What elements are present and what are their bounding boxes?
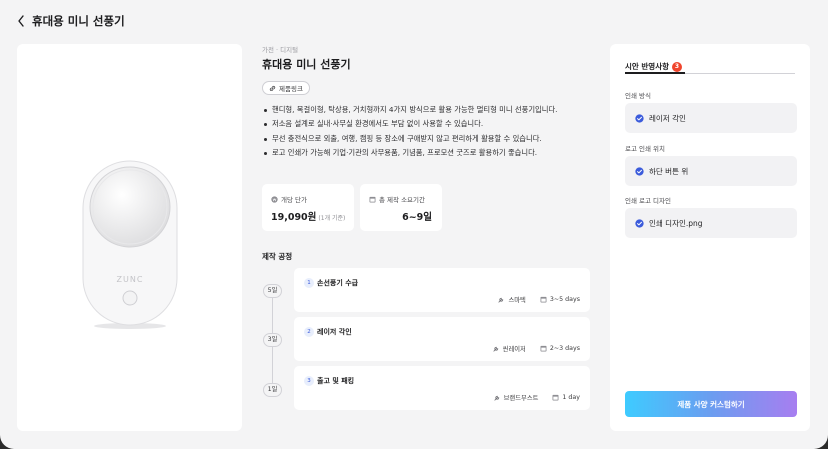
option-print-method[interactable]: 레이저 각인 [625,103,797,133]
step-number: 2 [304,327,314,337]
step-vendor: 씬레이저 [502,346,526,353]
step-day-badge: 3일 [263,333,282,347]
app-window: 휴대용 미니 선풍기 ZUNC 가전 · 디지털 휴대용 미니 선풍기 제품링크… [0,0,828,449]
link-icon [269,85,276,91]
production-period-label: 총 제작 소요기간 [379,196,425,204]
device-brand-logo: ZUNC [117,275,144,284]
step-day-badge: 5일 [263,284,282,298]
check-circle-icon [635,218,644,228]
step-name: 레이저 각인 [317,328,352,336]
product-info: 가전 · 디지털 휴대용 미니 선풍기 제품링크 핸디형, 목걸이형, 탁상용,… [262,44,597,410]
calendar-icon [540,296,547,303]
page-header: 휴대용 미니 선풍기 [16,11,125,31]
check-circle-icon [635,166,644,176]
field-label-print-method: 인쇄 방식 [625,92,651,100]
step-name: 출고 및 패킹 [317,377,355,385]
process-title: 제작 공정 [262,252,293,261]
unit-price-card: 개당 단가 19,090원 (1개 기준) [262,184,354,231]
option-print-position[interactable]: 하단 버튼 위 [625,156,797,186]
product-title: 휴대용 미니 선풍기 [262,58,351,71]
step-day-badge: 1일 [263,383,282,397]
calendar-icon [540,345,547,352]
feature-list: 핸디형, 목걸이형, 탁상용, 거치형까지 4가지 방식으로 활용 가능한 멀티… [262,103,597,161]
step-number: 1 [304,278,314,288]
step-duration: 3~5 days [549,296,580,303]
field-label-print-position: 로고 인쇄 위치 [625,145,666,153]
won-coin-icon [271,195,278,203]
calendar-icon [369,196,376,202]
step-number: 3 [304,376,314,386]
tab-count-badge: 3 [672,61,683,72]
step-duration: 2~3 days [549,345,580,352]
mini-fan-image: ZUNC [82,160,178,329]
feature-item: 저소음 설계로 실내·사무실 환경에서도 부담 없이 사용할 수 있습니다. [262,117,597,132]
step-vendor: 스마텍 [508,297,526,304]
step-vendor: 브랜드부스트 [503,395,539,402]
chevron-left-icon[interactable] [16,14,26,28]
process-step: 2 레이저 각인 씬레이저 2~3 days [294,317,590,361]
calendar-icon [552,394,559,401]
feature-item: 로고 인쇄가 가능해 기업·기관의 사무용품, 기념품, 프로모션 굿즈로 활용… [262,146,597,161]
wrench-icon [494,395,499,401]
wrench-icon [498,297,504,303]
tab-label: 시안 반영사항 [625,62,670,71]
step-duration: 1 day [562,394,580,401]
option-value: 하단 버튼 위 [649,166,689,176]
tab-active-indicator [625,72,685,74]
wrench-icon [493,346,498,352]
product-category: 가전 · 디지털 [262,46,299,54]
unit-price-unit: (1개 기준) [318,215,346,222]
check-circle-icon [635,113,644,123]
unit-price-label: 개당 단가 [281,196,307,204]
production-period-value: 6~9일 [402,212,432,223]
product-link-label: 제품링크 [279,85,303,93]
design-spec-panel: 시안 반영사항 3 인쇄 방식 레이저 각인 로고 인쇄 위치 하단 버튼 위 … [610,44,810,431]
production-period-card: 총 제작 소요기간 6~9일 [360,184,442,231]
option-logo-design[interactable]: 인쇄 디자인.png [625,208,797,238]
product-link-button[interactable]: 제품링크 [262,81,310,95]
feature-item: 무선 충전식으로 외출, 여행, 캠핑 등 장소에 구애받지 않고 편리하게 활… [262,132,597,147]
product-image: ZUNC [17,44,242,431]
process-step: 3 출고 및 패킹 브랜드부스트 1 day [294,366,590,410]
customize-spec-button[interactable]: 제품 사양 커스텀하기 [625,391,797,417]
unit-price-value: 19,090원 [271,212,317,223]
option-value: 레이저 각인 [649,113,686,123]
option-value: 인쇄 디자인.png [649,218,703,228]
process-step: 1 손선풍기 수급 스마텍 3~5 days [294,268,590,312]
field-label-logo-design: 인쇄 로고 디자인 [625,197,671,205]
page-title: 휴대용 미니 선풍기 [32,14,125,28]
step-name: 손선풍기 수급 [317,279,359,287]
feature-item: 핸디형, 목걸이형, 탁상용, 거치형까지 4가지 방식으로 활용 가능한 멀티… [262,103,597,118]
